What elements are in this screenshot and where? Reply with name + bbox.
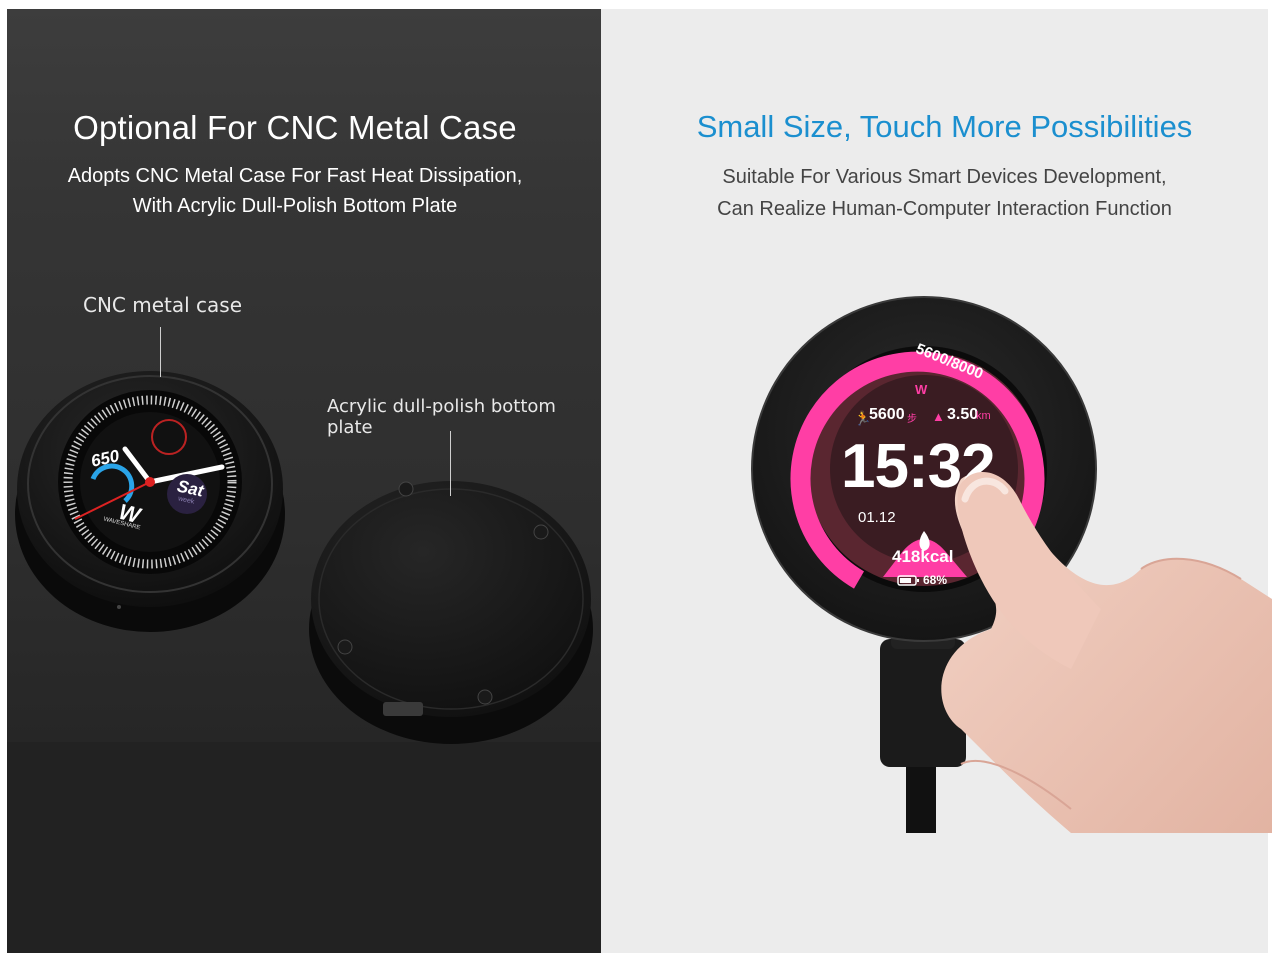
callout-line-plate [450,431,451,496]
callout-line-case [160,327,161,377]
left-subtitle-line1: Adopts CNC Metal Case For Fast Heat Diss… [67,165,523,187]
left-panel: 650 Sat week W WAVESHARE Optional For CN… [7,9,601,953]
left-subtitle-line2: With Acrylic Dull-Polish Bottom Plate [132,195,458,217]
right-panel: Small Size, Touch More Possibilities Sui… [601,9,1272,953]
left-title: Optional For CNC Metal Case [73,109,517,146]
callout-acrylic-plate: Acrylic dull-polish bottom plate [327,396,556,438]
callout-cnc-metal-case: CNC metal case [83,293,243,317]
fingertip-overlay [957,471,1101,669]
cnc-case-photo [15,371,593,744]
watch-face [58,390,242,574]
acrylic-bottom-plate [309,481,593,744]
cnc-metal-case [15,371,285,632]
